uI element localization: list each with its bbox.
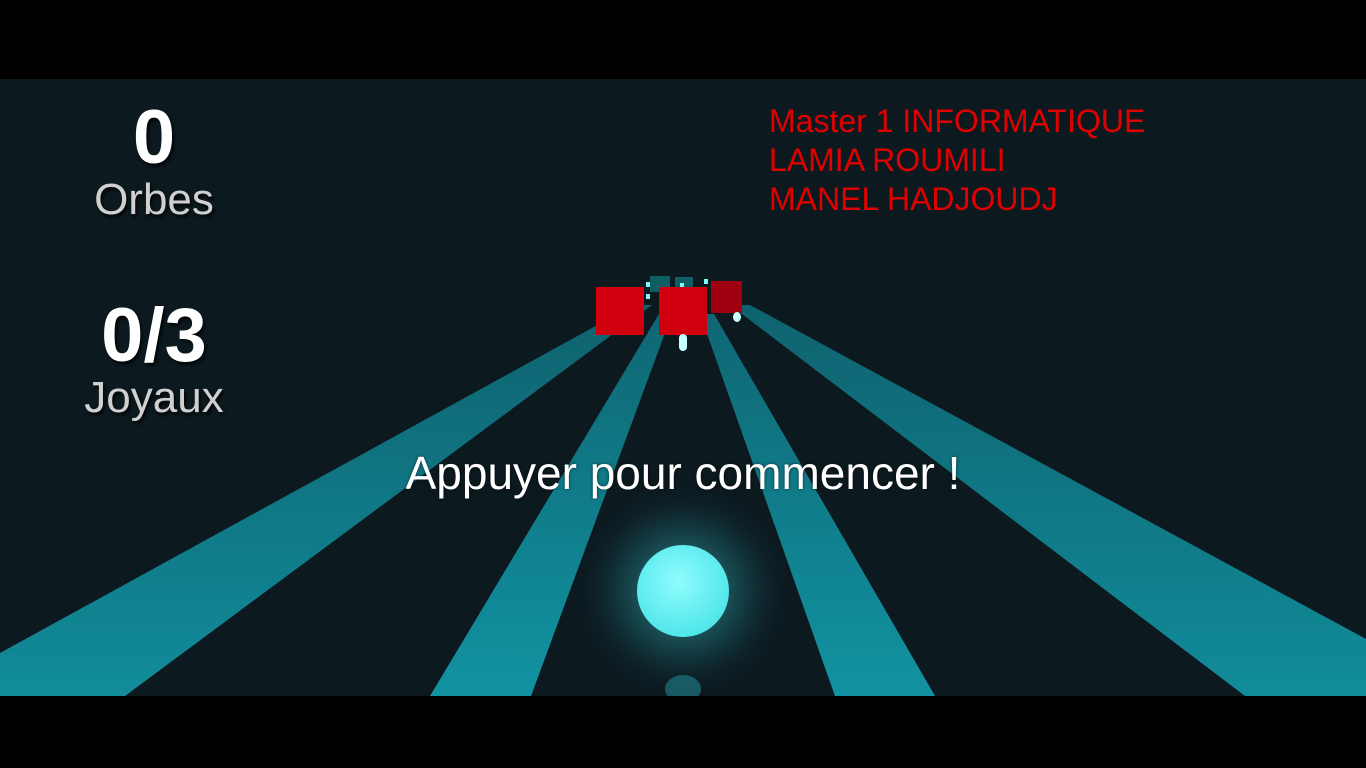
sparkle: [680, 283, 684, 287]
orbs-label: Orbes: [94, 175, 214, 224]
letterbox-top: [0, 0, 1366, 79]
obstacle-cube: [711, 281, 742, 313]
sparkle: [646, 294, 650, 299]
obstacle-cube: [659, 287, 707, 335]
orb-pickup: [733, 312, 741, 322]
orbs-counter: 0 Orbes: [54, 100, 254, 222]
sparkle: [646, 282, 650, 287]
credits-text: Master 1 INFORMATIQUE LAMIA ROUMILI MANE…: [769, 102, 1145, 219]
gems-label: Joyaux: [84, 373, 224, 422]
obstacle-cube: [596, 287, 644, 335]
credits-line-3: MANEL HADJOUDJ: [769, 181, 1058, 217]
player-ball: [637, 545, 729, 637]
gems-counter: 0/3 Joyaux: [54, 298, 254, 420]
letterbox-bottom: [0, 696, 1366, 768]
orb-pickup: [679, 334, 687, 351]
gems-value: 0/3: [101, 293, 207, 378]
start-prompt[interactable]: Appuyer pour commencer !: [0, 446, 1366, 500]
credits-line-2: LAMIA ROUMILI: [769, 142, 1006, 178]
orbs-value: 0: [132, 95, 176, 180]
sparkle: [704, 279, 708, 284]
credits-line-1: Master 1 INFORMATIQUE: [769, 103, 1146, 139]
